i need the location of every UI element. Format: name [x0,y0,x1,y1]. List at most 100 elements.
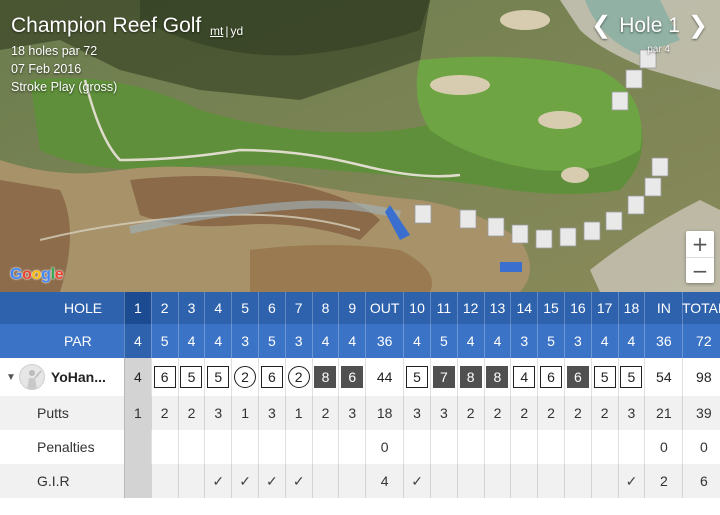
penalties-cell-hole-2 [150,430,178,464]
putts-cell-hole-18: 3 [617,396,645,430]
score-bogey: 6 [260,366,283,388]
metric-unit-link[interactable]: mt [210,24,223,38]
google-logo-letter: e [54,266,64,283]
penalties-cell-hole-18 [617,430,645,464]
penalties-cell-hole-1 [124,430,151,464]
score-cell-total: 98 [682,358,720,396]
par-cell-hole-10: 4 [403,324,430,358]
score-double: 8 [314,366,337,388]
hole-header-cell-hole-13: 13 [483,292,511,324]
hole-header-cell-hole-6: 6 [257,292,285,324]
putts-label: Putts [37,405,69,421]
score-cell-hole-9: 6 [338,358,365,396]
gir-cell-hole-7: ✓ [284,464,312,498]
par-cell-hole-1: 4 [124,324,151,358]
score-par: 4 [133,369,142,385]
par-cell-hole-15: 5 [537,324,564,358]
putts-cell-hole-7: 1 [284,396,312,430]
gir-check-icon: ✓ [625,472,638,489]
hole-header-cell-hole-11: 11 [429,292,457,324]
putts-cell-hole-16: 2 [563,396,591,430]
google-logo-letter: G [10,266,23,283]
hole-header-cell-hole-18: 18 [617,292,645,324]
hole-header-cell-in: IN [644,292,682,324]
penalties-cell-hole-3 [177,430,205,464]
putts-cell-hole-13: 2 [483,396,511,430]
putts-cell-hole-2: 2 [150,396,178,430]
player-name: YoHan... [50,369,106,385]
hole-header-cell-hole-5: 5 [231,292,258,324]
gir-cell-hole-9 [338,464,365,498]
google-logo-letter: o [22,266,32,283]
score-bogey: 4 [513,366,536,388]
gir-cell-hole-13 [483,464,511,498]
score-double: 8 [486,366,509,388]
score-double: 8 [459,366,482,388]
score-total: 44 [376,369,393,385]
penalties-cell-total: 0 [682,430,720,464]
score-bogey: 5 [406,366,429,388]
hole-header-cell-hole-8: 8 [311,292,339,324]
penalties-cell-hole-15 [537,430,564,464]
penalties-cell-hole-14 [510,430,537,464]
gir-cell-hole-12 [456,464,484,498]
score-total: 54 [656,369,672,385]
putts-cell-hole-15: 2 [537,396,564,430]
zoom-in-button[interactable]: + [686,231,714,257]
gir-check-icon: ✓ [239,472,251,489]
gir-cell-hole-17 [590,464,618,498]
gir-check-icon: ✓ [411,472,423,489]
gir-cell-hole-8 [311,464,339,498]
units-toggle: mt | yd [210,24,243,38]
satellite-map[interactable]: Champion Reef Golf mt | yd 18 holes par 72… [0,0,720,292]
expand-player-icon[interactable]: ▼ [6,372,16,383]
play-format: Stroke Play (gross) [11,80,118,94]
penalties-cell-hole-7 [284,430,312,464]
score-birdie: 2 [234,366,257,388]
putts-cell-hole-1: 1 [124,396,151,430]
hole-navigator: ❮ Hole 1 ❯ [591,14,708,38]
putts-cell-hole-17: 2 [590,396,618,430]
zoom-out-button[interactable]: − [686,257,714,283]
hole-header-cell-hole-7: 7 [284,292,312,324]
player-name-cell[interactable]: ▼ YoHan... [0,358,124,396]
gir-cell-hole-4: ✓ [204,464,231,498]
score-double: 7 [432,366,455,388]
prev-hole-icon[interactable]: ❮ [591,14,611,38]
putts-cell-hole-9: 3 [338,396,365,430]
putts-cell-hole-5: 1 [231,396,258,430]
gir-row: G.I.R ✓ ✓ ✓ ✓ 4 ✓ ✓ 2 6 [0,464,720,498]
hole-header-cell-hole-4: 4 [204,292,231,324]
putts-cell-hole-8: 2 [311,396,339,430]
score-cell-hole-10: 5 [403,358,430,396]
imperial-unit-link[interactable]: yd [230,24,243,38]
score-cell-hole-16: 6 [563,358,591,396]
putts-cell-hole-6: 3 [257,396,285,430]
hole-header-cell-hole-1: 1 [124,292,151,324]
gir-cell-hole-3 [177,464,205,498]
score-cell-hole-18: 5 [617,358,645,396]
units-separator: | [225,24,229,38]
hole-header-cell-total: TOTAL [682,292,720,324]
gir-check-icon: ✓ [292,472,305,489]
golf-scorecard-app: Champion Reef Golf mt | yd 18 holes par 72… [0,0,720,515]
par-cell-hole-3: 4 [177,324,205,358]
score-double: 6 [341,366,364,388]
gir-cell-hole-11 [429,464,457,498]
score-cell-hole-4: 5 [204,358,231,396]
gir-cell-total: 6 [682,464,720,498]
penalties-cell-in: 0 [644,430,682,464]
par-cell-hole-17: 4 [590,324,618,358]
score-cell-hole-8: 8 [311,358,339,396]
par-cell-total: 72 [682,324,720,358]
next-hole-icon[interactable]: ❯ [688,14,708,38]
hole-number-row: HOLE 1 2 3 4 5 6 7 8 9 OUT 10 11 12 13 14 15 16 17 18 IN TOTA… [0,292,720,324]
player-score-row[interactable]: ▼ YoHan... 4 6 5 5 2 6 2 8 6 44 5 7 8 8 4 6 6 5 5 54 98 [0,358,720,396]
gir-cell-hole-16 [563,464,591,498]
putts-cell-hole-14: 2 [510,396,537,430]
penalties-cell-hole-12 [456,430,484,464]
putts-cell-hole-11: 3 [429,396,457,430]
gir-cell-hole-2 [150,464,178,498]
scorecard-table: HOLE 1 2 3 4 5 6 7 8 9 OUT 10 11 12 13 14 15 16 17 18 IN TOTA… [0,292,720,515]
penalties-cell-hole-10 [403,430,430,464]
